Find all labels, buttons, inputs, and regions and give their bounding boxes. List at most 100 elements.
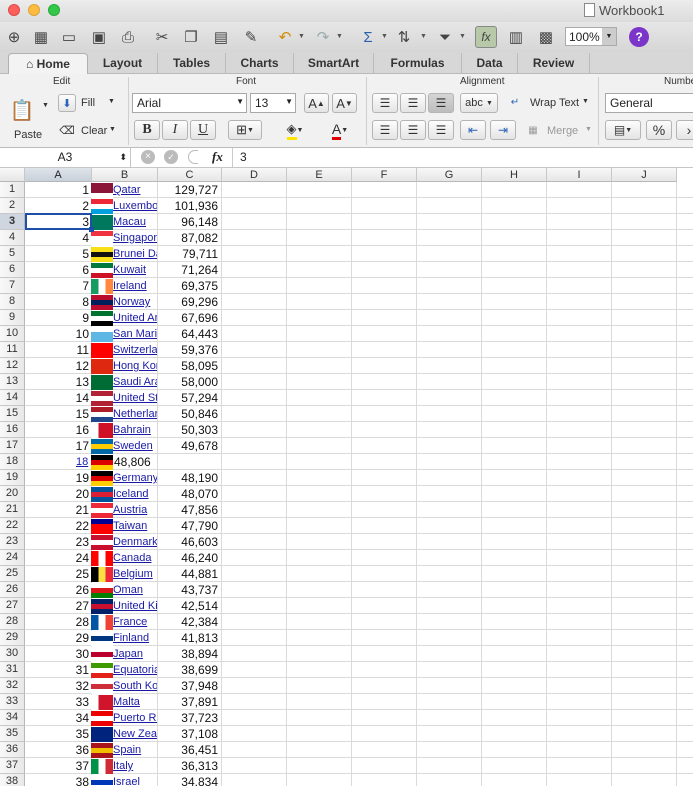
clear-dropdown-icon[interactable]: ▼ — [109, 126, 116, 133]
tab-home[interactable]: ⌂ Home — [8, 53, 88, 74]
cell-rank[interactable]: 24 — [25, 550, 92, 566]
fill-icon[interactable]: ⬇ — [58, 94, 76, 112]
cell-value[interactable]: 37,723 — [157, 710, 220, 726]
row-header[interactable]: 17 — [0, 438, 25, 454]
column-header-h[interactable]: H — [482, 168, 547, 182]
cell-rank[interactable]: 34 — [25, 710, 92, 726]
flag-image[interactable] — [91, 503, 113, 518]
column-header-b[interactable]: B — [92, 168, 158, 182]
cell-value[interactable]: 58,095 — [157, 358, 220, 374]
font-name-select[interactable]: Arial ▼ — [132, 93, 247, 113]
cell-rank[interactable]: 10 — [25, 326, 92, 342]
cell-value[interactable]: 101,936 — [157, 198, 220, 214]
flag-image[interactable] — [91, 327, 113, 342]
cell-country-link[interactable]: United Arab Emirates — [113, 310, 157, 326]
cell-value[interactable] — [157, 454, 220, 470]
cell-rank[interactable]: 5 — [25, 246, 92, 262]
filter-dropdown-icon[interactable]: ▼ — [459, 33, 466, 40]
cell-value[interactable]: 36,313 — [157, 758, 220, 774]
cell-rank[interactable]: 6 — [25, 262, 92, 278]
flag-image[interactable] — [91, 647, 113, 662]
print-icon[interactable]: ⎙ — [117, 26, 139, 48]
cell-rank[interactable]: 12 — [25, 358, 92, 374]
cancel-icon[interactable]: × — [141, 150, 155, 164]
cell-country-link[interactable]: Hong Kong — [113, 358, 157, 374]
row-header[interactable]: 19 — [0, 470, 25, 486]
row-header[interactable]: 35 — [0, 726, 25, 742]
align-right-icon[interactable]: ☰ — [428, 120, 454, 140]
cell-value[interactable]: 58,000 — [157, 374, 220, 390]
comma-style-icon[interactable]: › — [676, 120, 693, 140]
cell-rank[interactable]: 25 — [25, 566, 92, 582]
sort-icon[interactable]: ⇅ — [393, 26, 415, 48]
new-sheet-icon[interactable]: ⊕ — [3, 26, 25, 48]
align-middle-icon[interactable]: ☰ — [400, 93, 426, 113]
cell-value[interactable]: 42,514 — [157, 598, 220, 614]
column-header-e[interactable]: E — [287, 168, 352, 182]
clear-button[interactable]: Clear — [81, 125, 107, 137]
cell-country-link[interactable]: New Zealand — [113, 726, 157, 742]
confirm-icon[interactable]: ✓ — [164, 150, 178, 164]
cell-value[interactable]: 46,240 — [157, 550, 220, 566]
cell-country-link[interactable]: Canada — [113, 550, 157, 566]
tab-smartart[interactable]: SmartArt — [294, 53, 374, 74]
cell-country-link[interactable]: Luxembourg — [113, 198, 157, 214]
cell-rank[interactable]: 19 — [25, 470, 92, 486]
borders-icon[interactable]: ⊞ ▼ — [228, 120, 262, 140]
cell-value[interactable]: 67,696 — [157, 310, 220, 326]
cell-value[interactable]: 37,108 — [157, 726, 220, 742]
cell-rank[interactable]: 32 — [25, 678, 92, 694]
cell-rank[interactable]: 35 — [25, 726, 92, 742]
cell-value[interactable]: 50,846 — [157, 406, 220, 422]
align-left-icon[interactable]: ☰ — [372, 120, 398, 140]
merge-icon[interactable]: ▦ — [524, 122, 542, 138]
cell-rank[interactable]: 37 — [25, 758, 92, 774]
column-header-c[interactable]: C — [158, 168, 222, 182]
cell-rank[interactable]: 33 — [25, 694, 92, 710]
flag-image[interactable] — [91, 631, 113, 646]
cell-value[interactable]: 71,264 — [157, 262, 220, 278]
cell-country-link[interactable]: Israel — [113, 774, 157, 786]
cell-value[interactable]: 50,303 — [157, 422, 220, 438]
row-header[interactable]: 26 — [0, 582, 25, 598]
zoom-select[interactable]: 100% ▼ — [565, 27, 617, 46]
align-center-icon[interactable]: ☰ — [400, 120, 426, 140]
flag-image[interactable] — [91, 295, 113, 310]
row-header[interactable]: 20 — [0, 486, 25, 502]
cell-country-link[interactable]: Singapore — [113, 230, 157, 246]
cell-rank[interactable]: 18 — [25, 454, 92, 470]
cell-rank[interactable]: 27 — [25, 598, 92, 614]
flag-image[interactable] — [91, 311, 113, 326]
row-header[interactable]: 15 — [0, 406, 25, 422]
merge-button[interactable]: Merge — [547, 125, 578, 137]
cell-value[interactable]: 38,699 — [157, 662, 220, 678]
cell-country-link[interactable]: 48,806 — [114, 454, 158, 470]
flag-image[interactable] — [91, 391, 113, 406]
cell-country-link[interactable]: Taiwan — [113, 518, 157, 534]
eraser-icon[interactable]: ⌫ — [58, 121, 76, 139]
cell-country-link[interactable]: Macau — [113, 214, 157, 230]
tab-tables[interactable]: Tables — [158, 53, 226, 74]
wrap-text-button[interactable]: Wrap Text — [530, 97, 579, 109]
flag-image[interactable] — [91, 487, 113, 502]
cell-value[interactable]: 69,296 — [157, 294, 220, 310]
flag-image[interactable] — [91, 583, 113, 598]
row-header[interactable]: 14 — [0, 390, 25, 406]
cell-country-link[interactable]: Malta — [113, 694, 157, 710]
wrap-text-icon[interactable]: ↵ — [506, 94, 524, 110]
cell-value[interactable]: 46,603 — [157, 534, 220, 550]
cell-country-link[interactable]: Qatar — [113, 182, 157, 198]
flag-image[interactable] — [91, 407, 113, 422]
flag-image[interactable] — [91, 423, 113, 438]
align-top-icon[interactable]: ☰ — [372, 93, 398, 113]
cell-rank[interactable]: 14 — [25, 390, 92, 406]
flag-image[interactable] — [91, 439, 113, 454]
tab-data[interactable]: Data — [462, 53, 518, 74]
row-header[interactable]: 28 — [0, 614, 25, 630]
cell-value[interactable]: 41,813 — [157, 630, 220, 646]
toolbox-icon[interactable]: ▥ — [505, 26, 527, 48]
cell-value[interactable]: 36,451 — [157, 742, 220, 758]
flag-image[interactable] — [91, 615, 113, 630]
fill-handle[interactable] — [89, 227, 94, 232]
flag-image[interactable] — [91, 359, 113, 374]
